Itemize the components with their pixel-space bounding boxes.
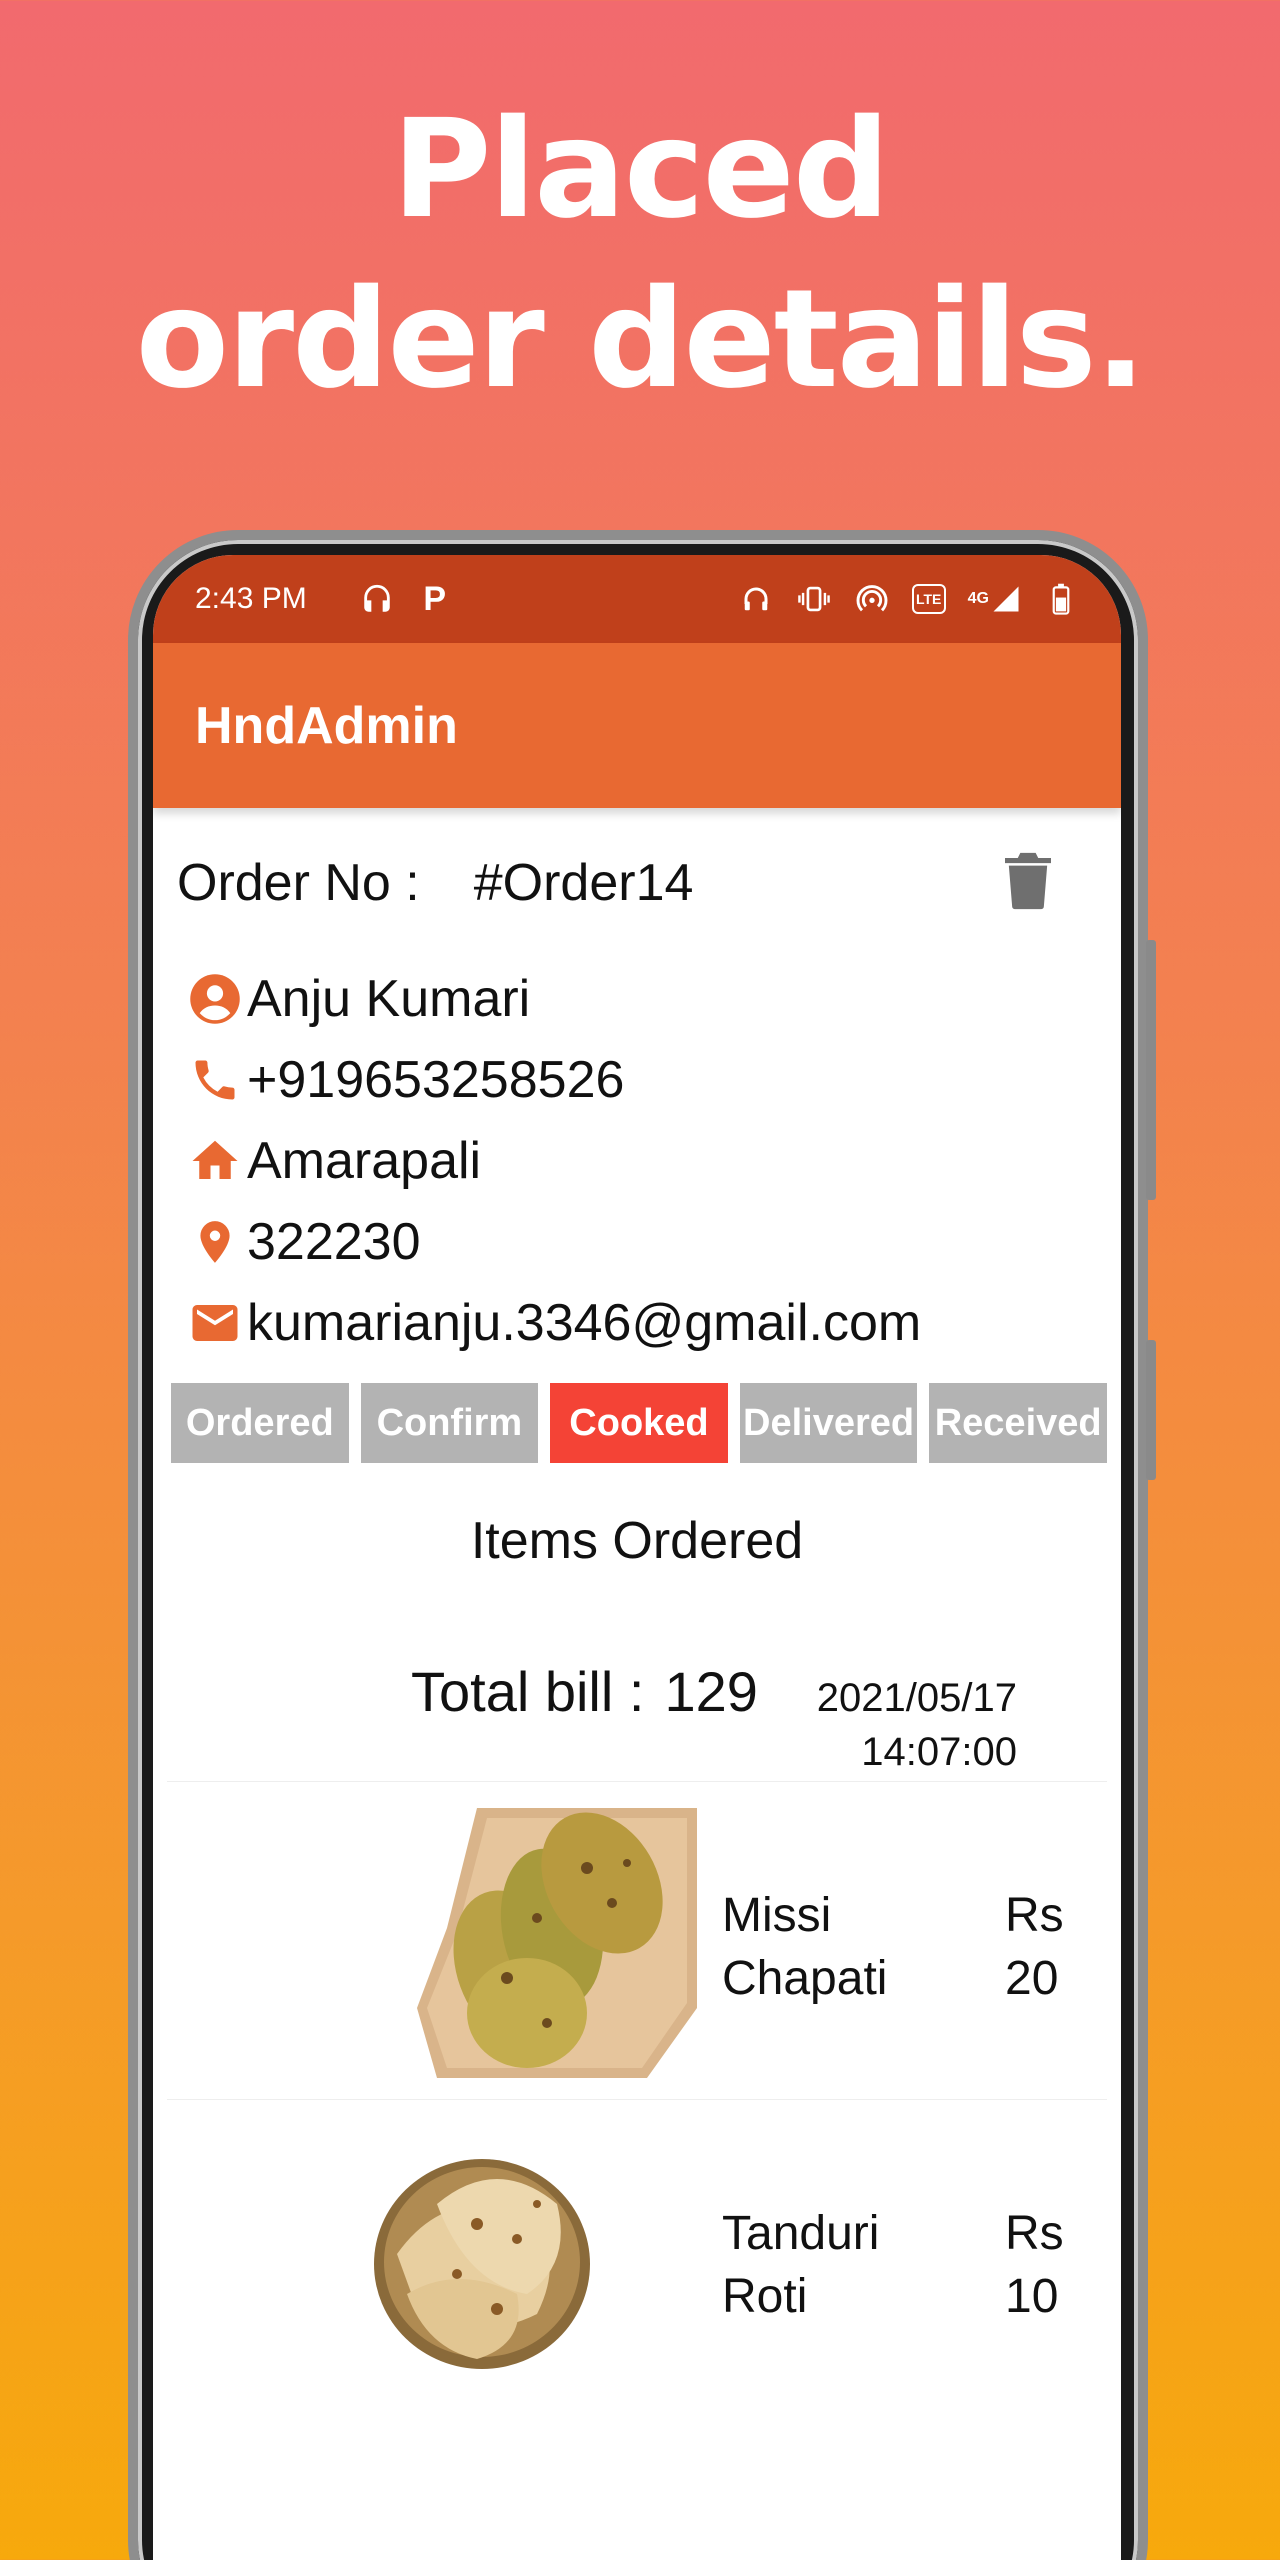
battery-icon <box>1043 581 1079 617</box>
total-bill-value: 129 <box>664 1660 758 1723</box>
app-bar: HndAdmin <box>153 643 1121 808</box>
phone-row: +919653258526 <box>167 1039 1107 1120</box>
item-name: Tanduri Roti <box>722 2202 879 2328</box>
status-bar: 2:43 PM P LTE 4G <box>153 555 1121 643</box>
volume-button <box>1146 940 1156 1200</box>
phone-screen: 2:43 PM P LTE 4G HndAdmin Order No: #Or… <box>153 555 1121 2560</box>
network-type: 4G <box>967 590 989 607</box>
items-ordered-title: Items Ordered <box>470 1512 804 1570</box>
order-date: 2021/05/17 <box>816 1676 1017 1720</box>
customer-pincode: 322230 <box>247 1212 421 1271</box>
item-name-line-2: Roti <box>722 2270 808 2323</box>
app-title: HndAdmin <box>195 696 458 755</box>
total-bill: Total bill : 129 <box>411 1659 758 1724</box>
hotspot-icon <box>854 581 890 617</box>
customer-address: Amarapali <box>247 1131 482 1190</box>
headline-line-2: order details. <box>135 261 1147 419</box>
address-row: Amarapali <box>167 1120 1107 1201</box>
customer-phone: +919653258526 <box>247 1050 625 1109</box>
order-header: Order No : #Order14 <box>167 808 1107 958</box>
bill-summary: Total bill : 129 2021/05/17 14:07:00 <box>167 1571 1107 1774</box>
status-tab-cooked[interactable]: Cooked <box>550 1383 728 1463</box>
order-detail: Order No : #Order14 Anju Kumari +9196532… <box>153 808 1121 2417</box>
missi-chapati-image <box>417 1808 697 2078</box>
order-time: 14:07:00 <box>861 1730 1017 1774</box>
signal-icon: 4G <box>968 581 1021 617</box>
list-item[interactable]: Tanduri Roti Rs 10 3 <box>167 2099 1107 2417</box>
headline-line-1: Placed <box>391 91 890 249</box>
volte-icon: LTE <box>911 584 946 614</box>
headline: Placed order details. <box>0 85 1280 425</box>
item-price: Rs 20 <box>1005 1884 1064 2010</box>
email-icon <box>187 1295 243 1351</box>
item-price: Rs 10 <box>1005 2202 1064 2328</box>
headphones-icon <box>738 581 774 617</box>
customer-name: Anju Kumari <box>247 969 531 1028</box>
status-tab-ordered[interactable]: Ordered <box>171 1383 349 1463</box>
status-tab-delivered[interactable]: Delivered <box>739 1383 918 1463</box>
item-name-line-1: Missi <box>722 1889 832 1942</box>
status-tab-received[interactable]: Received <box>929 1383 1107 1463</box>
order-status-tabs: Ordered Confirm Cooked Delivered Receive… <box>167 1383 1107 1463</box>
phone-icon <box>187 1052 243 1108</box>
customer-email: kumarianju.3346@gmail.com <box>247 1293 922 1352</box>
customer-name-row: Anju Kumari <box>167 958 1107 1039</box>
item-price-currency: Rs <box>1005 1889 1064 1942</box>
delete-icon[interactable] <box>1005 852 1051 910</box>
tanduri-roti-image <box>374 2159 590 2369</box>
item-price-value: 20 <box>1005 1952 1059 2005</box>
status-time: 2:43 PM <box>195 582 307 615</box>
home-icon <box>187 1133 243 1189</box>
vibrate-icon <box>796 581 832 617</box>
order-number: #Order14 <box>473 854 694 912</box>
location-pin-icon <box>187 1214 243 1270</box>
item-name-line-2: Chapati <box>722 1952 888 2005</box>
headset-icon <box>359 581 395 617</box>
pincode-row: 322230 <box>167 1201 1107 1282</box>
email-row: kumarianju.3346@gmail.com <box>167 1282 1107 1363</box>
status-tab-confirm[interactable]: Confirm <box>360 1383 539 1463</box>
account-icon <box>187 971 243 1027</box>
item-name: Missi Chapati <box>722 1884 887 2010</box>
parking-icon: P <box>423 579 447 618</box>
item-price-currency: Rs <box>1005 2207 1064 2260</box>
list-item[interactable]: Missi Chapati Rs 20 4 <box>167 1781 1107 2099</box>
item-name-line-1: Tanduri <box>722 2207 880 2260</box>
item-price-value: 10 <box>1005 2270 1059 2323</box>
power-button <box>1146 1340 1156 1480</box>
order-number-label: Order No : <box>177 854 420 912</box>
total-bill-label: Total bill : <box>411 1660 645 1723</box>
order-timestamp: 2021/05/17 14:07:00 <box>817 1671 1017 1779</box>
